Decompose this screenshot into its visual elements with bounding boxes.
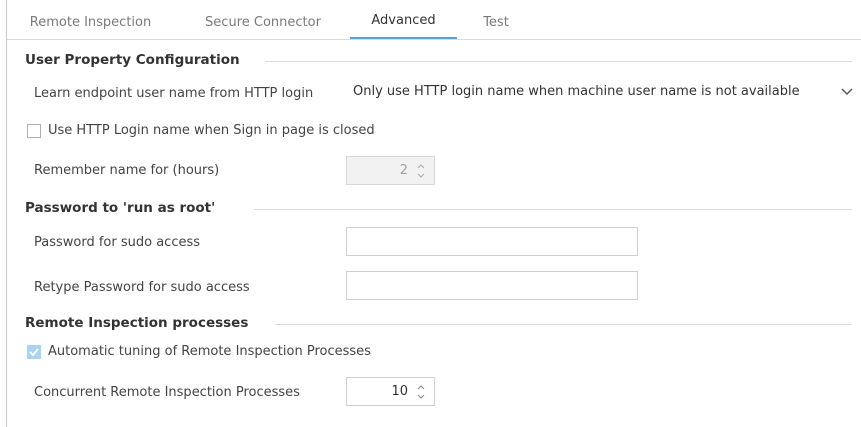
section-divider xyxy=(254,209,852,210)
learn-user-name-select[interactable]: Only use HTTP login name when machine us… xyxy=(346,79,858,105)
learn-user-name-label: Learn endpoint user name from HTTP login xyxy=(34,86,314,101)
sudo-password-field[interactable] xyxy=(346,227,638,256)
checkmark-icon xyxy=(29,348,39,357)
concurrent-processes-value: 10 xyxy=(391,384,408,399)
remember-name-stepper[interactable]: 2 xyxy=(346,156,435,185)
section-title-remote-inspection: Remote Inspection processes xyxy=(25,315,249,331)
concurrent-processes-label: Concurrent Remote Inspection Processes xyxy=(34,385,300,400)
tab-test[interactable]: Test xyxy=(469,0,523,39)
remember-name-value: 2 xyxy=(399,163,408,178)
concurrent-processes-stepper[interactable]: 10 xyxy=(346,377,435,406)
up-down-arrows-icon[interactable] xyxy=(416,160,426,182)
section-divider xyxy=(265,61,852,62)
section-title-user-property: User Property Configuration xyxy=(25,52,240,68)
tab-secure-connector[interactable]: Secure Connector xyxy=(192,0,334,39)
chevron-down-icon xyxy=(841,79,853,115)
auto-tuning-label: Automatic tuning of Remote Inspection Pr… xyxy=(48,344,371,359)
remember-name-label: Remember name for (hours) xyxy=(34,163,220,178)
up-down-arrows-icon[interactable] xyxy=(416,381,426,403)
sudo-password-label: Password for sudo access xyxy=(34,235,201,250)
tab-advanced[interactable]: Advanced xyxy=(350,0,457,39)
auto-tuning-checkbox[interactable] xyxy=(27,345,41,359)
learn-user-name-value: Only use HTTP login name when machine us… xyxy=(353,84,800,99)
use-http-login-checkbox[interactable] xyxy=(27,124,41,138)
section-divider xyxy=(275,324,852,325)
tab-bar: Remote Inspection Secure Connector Advan… xyxy=(7,0,861,40)
retype-sudo-password-label: Retype Password for sudo access xyxy=(34,280,250,295)
advanced-settings-panel: Remote Inspection Secure Connector Advan… xyxy=(6,0,861,427)
retype-sudo-password-field[interactable] xyxy=(346,271,638,300)
tab-remote-inspection[interactable]: Remote Inspection xyxy=(13,0,168,39)
section-title-password: Password to 'run as root' xyxy=(25,200,216,216)
use-http-login-label: Use HTTP Login name when Sign in page is… xyxy=(48,123,375,138)
